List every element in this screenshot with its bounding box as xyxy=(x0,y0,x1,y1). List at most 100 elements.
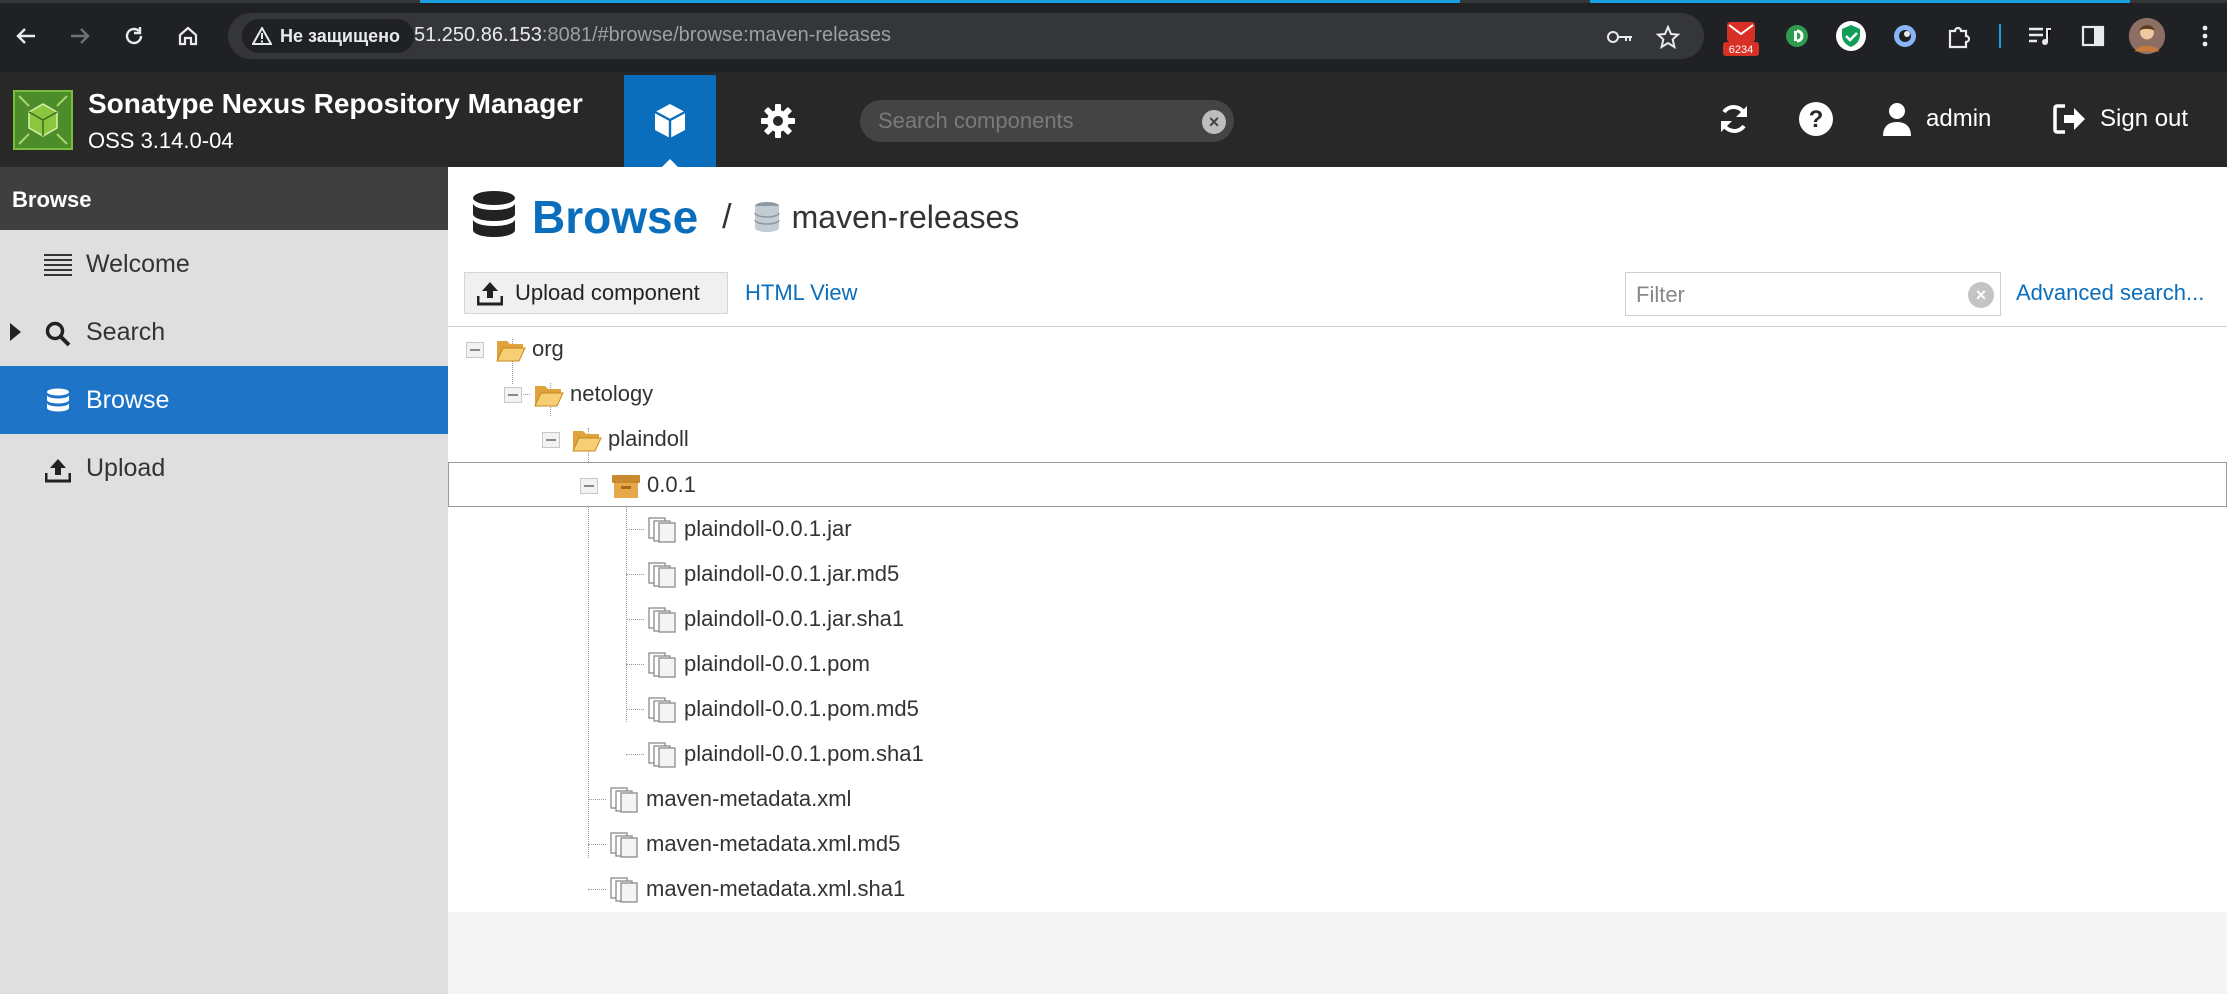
browser-menu-button[interactable] xyxy=(2190,16,2220,56)
tree-node-file[interactable]: maven-metadata.xml.md5 xyxy=(448,822,2227,867)
tree-node-org[interactable]: org xyxy=(448,327,2227,372)
reload-button[interactable] xyxy=(114,16,154,56)
profile-button[interactable] xyxy=(2128,16,2166,56)
tree-node-file[interactable]: plaindoll-0.0.1.pom.md5 xyxy=(448,687,2227,732)
component-search[interactable]: × xyxy=(860,100,1234,142)
side-panel-button[interactable] xyxy=(2074,16,2112,56)
avatar xyxy=(2128,17,2166,55)
forward-button[interactable] xyxy=(60,16,100,56)
side-panel-icon xyxy=(2081,25,2105,47)
tree-node-file[interactable]: plaindoll-0.0.1.jar xyxy=(448,507,2227,552)
browser-toolbar: Не защищено 51.250.86.153:8081/#browse/b… xyxy=(0,0,2227,72)
filter-clear-icon[interactable]: × xyxy=(1968,282,1994,308)
database-icon xyxy=(473,191,515,237)
tree-node-file[interactable]: plaindoll-0.0.1.jar.sha1 xyxy=(448,597,2227,642)
tree-node-file[interactable]: maven-metadata.xml xyxy=(448,777,2227,822)
tab-indicator xyxy=(420,0,1460,3)
tree-node-netology[interactable]: netology xyxy=(448,372,2227,417)
file-icon xyxy=(648,697,676,723)
collapse-toggle-icon[interactable] xyxy=(504,387,522,403)
html-view-link[interactable]: HTML View xyxy=(745,280,857,306)
sidebar-item-browse[interactable]: Browse xyxy=(0,366,448,434)
tree-node-version[interactable]: 0.0.1 xyxy=(448,462,2227,507)
extension-mail[interactable]: 6234 xyxy=(1722,16,1760,56)
home-icon xyxy=(178,26,198,46)
upload-component-label: Upload component xyxy=(515,280,700,305)
list-icon xyxy=(44,252,72,280)
extension-circle[interactable] xyxy=(1886,16,1924,56)
warning-icon xyxy=(252,27,272,45)
sidebar-item-welcome[interactable]: Welcome xyxy=(0,230,448,298)
refresh-button[interactable] xyxy=(1716,94,1752,144)
sidebar-item-label: Browse xyxy=(86,385,170,414)
extensions-button[interactable] xyxy=(1940,16,1978,56)
bookmark-button[interactable] xyxy=(1653,22,1683,52)
tree-connector xyxy=(626,709,644,710)
nexus-logo[interactable] xyxy=(13,90,73,150)
collapse-toggle-icon[interactable] xyxy=(580,478,598,494)
tree-node-plaindoll[interactable]: plaindoll xyxy=(448,417,2227,462)
administration-mode-button[interactable] xyxy=(738,75,818,167)
url-path: :8081/#browse/browse:maven-releases xyxy=(541,24,891,46)
tree-node-label: plaindoll-0.0.1.pom.md5 xyxy=(684,696,919,721)
browse-panel: Browse / maven-releases Upload component… xyxy=(448,167,2227,912)
database-icon xyxy=(44,388,72,416)
address-bar[interactable]: Не защищено 51.250.86.153:8081/#browse/b… xyxy=(228,13,1704,59)
tree-connector xyxy=(588,889,606,890)
shield-check-icon xyxy=(1836,21,1866,51)
user-button[interactable]: admin xyxy=(1882,94,1991,144)
sidebar-item-upload[interactable]: Upload xyxy=(0,434,448,502)
sign-out-button[interactable]: Sign out xyxy=(2052,94,2188,144)
tree-node-label: plaindoll xyxy=(608,426,689,451)
collapse-toggle-icon[interactable] xyxy=(466,342,484,358)
arrow-right-icon xyxy=(71,28,90,44)
help-icon: ? xyxy=(1799,102,1833,136)
extension-shield[interactable] xyxy=(1832,16,1870,56)
tab-strip-edge xyxy=(0,0,2227,3)
sidebar-item-search[interactable]: Search xyxy=(0,298,448,366)
tree-node-file[interactable]: maven-metadata.xml.sha1 xyxy=(448,867,2227,912)
upload-icon xyxy=(475,278,505,308)
password-key-button[interactable] xyxy=(1605,22,1635,52)
expand-arrow-icon[interactable] xyxy=(10,323,21,341)
toolbar-divider xyxy=(1999,24,2001,48)
filter-field[interactable]: × xyxy=(1625,272,2001,316)
upload-component-button[interactable]: Upload component xyxy=(464,272,728,314)
tree-node-label: 0.0.1 xyxy=(647,472,696,497)
security-chip[interactable]: Не защищено xyxy=(242,19,415,53)
filter-input[interactable] xyxy=(1636,282,1956,308)
security-label: Не защищено xyxy=(280,25,401,46)
search-clear-icon[interactable]: × xyxy=(1202,110,1226,134)
reload-icon xyxy=(125,27,143,45)
sign-out-label: Sign out xyxy=(2100,105,2189,132)
user-name: admin xyxy=(1926,105,1992,132)
app-version: OSS 3.14.0-04 xyxy=(88,128,234,153)
search-input[interactable] xyxy=(878,107,1178,135)
extension-badge: 6234 xyxy=(1729,44,1753,56)
breadcrumb-browse-link[interactable]: Browse xyxy=(532,190,698,244)
file-icon xyxy=(648,607,676,633)
tree-node-file[interactable]: plaindoll-0.0.1.pom.sha1 xyxy=(448,732,2227,777)
home-button[interactable] xyxy=(168,16,208,56)
help-button[interactable]: ? xyxy=(1798,94,1834,144)
cube-logo-icon xyxy=(15,92,71,148)
dot-extension-icon xyxy=(1786,25,1808,47)
tree-node-label: org xyxy=(532,336,564,361)
collapse-toggle-icon[interactable] xyxy=(542,432,560,448)
folder-open-icon xyxy=(534,386,564,407)
file-icon xyxy=(648,652,676,678)
reading-list-button[interactable] xyxy=(2020,16,2058,56)
tree-connector xyxy=(626,574,644,575)
extension-green[interactable] xyxy=(1778,16,1816,56)
browse-mode-button[interactable] xyxy=(624,75,716,167)
tree-node-file[interactable]: plaindoll-0.0.1.jar.md5 xyxy=(448,552,2227,597)
tree-node-file[interactable]: plaindoll-0.0.1.pom xyxy=(448,642,2227,687)
back-button[interactable] xyxy=(6,16,46,56)
advanced-search-link[interactable]: Advanced search... xyxy=(2016,280,2204,306)
upload-icon xyxy=(44,456,72,484)
user-icon xyxy=(1883,103,1911,136)
sidebar: Browse Welcome Search Browse Upload xyxy=(0,167,448,994)
url-text[interactable]: 51.250.86.153:8081/#browse/browse:maven-… xyxy=(414,24,891,47)
sidebar-item-label: Search xyxy=(86,317,166,346)
star-icon xyxy=(1656,25,1680,49)
